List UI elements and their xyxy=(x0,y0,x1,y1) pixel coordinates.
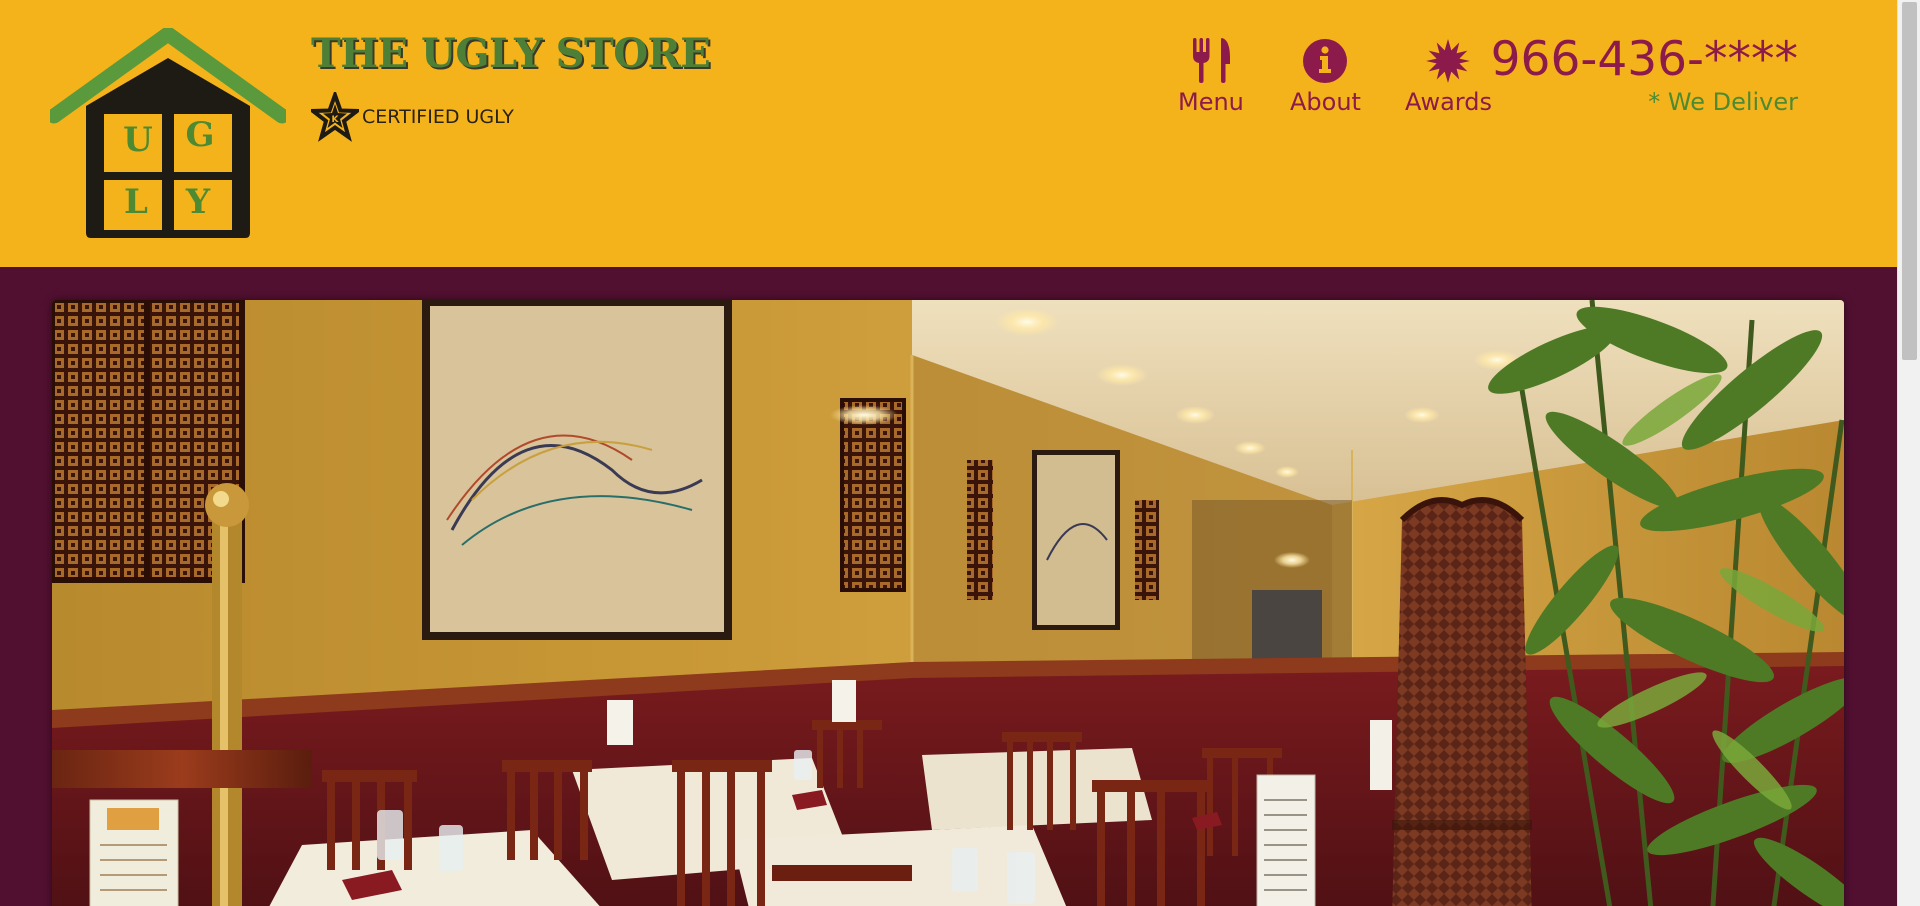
site-header: U G L Y THE UGLY STORE K CERTIFIED UGLY xyxy=(0,0,1897,267)
logo[interactable]: U G L Y xyxy=(46,24,290,240)
info-icon xyxy=(1303,39,1348,83)
nav-about[interactable]: About xyxy=(1290,36,1361,116)
fork-knife-icon xyxy=(1192,38,1230,83)
logo-letter-y: Y xyxy=(185,182,211,222)
nav-about-label: About xyxy=(1290,88,1361,116)
restaurant-interior-image xyxy=(52,300,1844,906)
certified-badge: K CERTIFIED UGLY xyxy=(311,92,514,142)
delivery-note: * We Deliver xyxy=(1648,88,1798,116)
phone-number[interactable]: 966-436-**** xyxy=(1491,34,1798,86)
hero-photo xyxy=(52,300,1844,906)
logo-letter-u: U xyxy=(123,120,153,160)
vertical-scrollbar[interactable] xyxy=(1897,0,1920,906)
logo-letter-l: L xyxy=(124,182,148,222)
nav-awards-label: Awards xyxy=(1405,88,1492,116)
house-logo-icon: U G L Y xyxy=(46,24,290,238)
logo-letter-g: G xyxy=(185,115,214,155)
nav-menu-label: Menu xyxy=(1178,88,1244,116)
scrollbar-thumb[interactable] xyxy=(1902,2,1917,360)
svg-text:K: K xyxy=(332,115,340,125)
award-burst-icon xyxy=(1426,39,1471,83)
nav-menu[interactable]: Menu xyxy=(1178,36,1244,116)
star-icon: K xyxy=(311,92,359,142)
certified-label: CERTIFIED UGLY xyxy=(362,106,514,128)
site-title[interactable]: THE UGLY STORE xyxy=(311,30,711,77)
nav-awards[interactable]: Awards xyxy=(1405,36,1492,116)
